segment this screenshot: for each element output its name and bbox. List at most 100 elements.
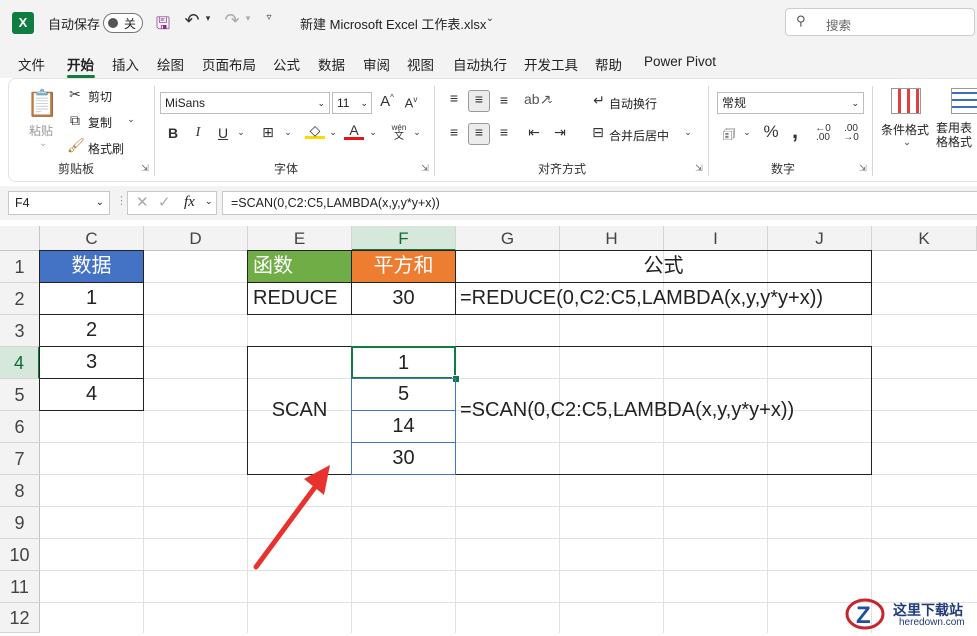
function-header-cell[interactable]: 函数	[247, 250, 352, 283]
number-launcher-icon[interactable]: ⇲	[858, 163, 868, 174]
font-color-icon[interactable]: A	[344, 122, 364, 140]
wrap-text-icon[interactable]: ↵	[591, 92, 607, 109]
formula-header-cell[interactable]: 公式	[455, 250, 872, 283]
cancel-icon[interactable]: ✕	[136, 193, 149, 211]
underline-icon[interactable]: U	[215, 125, 231, 141]
format-as-table-icon[interactable]	[951, 88, 977, 114]
tab-power-pivot[interactable]: Power Pivot	[644, 54, 716, 69]
redo-dropdown-icon[interactable]: ▾	[243, 13, 253, 24]
decrease-indent-icon[interactable]: ⇤	[524, 124, 544, 141]
data-cell-3[interactable]: 3	[39, 346, 144, 379]
copy-dropdown-icon[interactable]: ⌄	[125, 114, 137, 125]
autosave-toggle[interactable]: 关	[103, 13, 143, 33]
sum-header-cell[interactable]: 平方和	[351, 250, 456, 283]
scan-result-cell-2[interactable]: 5	[351, 378, 456, 411]
tab-page-layout[interactable]: 页面布局	[202, 54, 256, 74]
save-icon[interactable]: 🖫	[153, 11, 173, 40]
redo-icon[interactable]: ↷	[222, 10, 242, 31]
decrease-decimal-icon[interactable]: .00 →0	[840, 124, 862, 143]
insert-function-button[interactable]: fx	[184, 194, 195, 211]
increase-font-icon[interactable]: A^	[378, 93, 396, 110]
paste-button[interactable]: 粘贴	[29, 122, 53, 139]
undo-icon[interactable]: ↶	[182, 10, 202, 31]
copy-icon[interactable]: ⧉	[67, 112, 83, 129]
tab-formulas[interactable]: 公式	[273, 54, 300, 74]
data-cell-1[interactable]: 1	[39, 282, 144, 315]
align-left-icon[interactable]: ≡	[444, 124, 464, 140]
data-cell-2[interactable]: 2	[39, 314, 144, 347]
column-header-j[interactable]: J	[768, 226, 872, 251]
copy-button[interactable]: 复制	[88, 114, 112, 131]
format-painter-button[interactable]: 格式刷	[88, 140, 124, 157]
row-header-8[interactable]: 8	[0, 475, 40, 507]
decrease-font-icon[interactable]: Av	[402, 95, 420, 110]
paste-dropdown-icon[interactable]: ⌄	[38, 138, 48, 149]
increase-indent-icon[interactable]: ⇥	[550, 124, 570, 141]
reduce-value-cell[interactable]: 30	[351, 282, 456, 315]
row-header-2[interactable]: 2	[0, 283, 40, 315]
column-header-g[interactable]: G	[456, 226, 560, 251]
merge-center-button[interactable]: 合并后居中	[609, 127, 669, 144]
orientation-dropdown-icon[interactable]: ⌄	[545, 95, 555, 106]
merge-dropdown-icon[interactable]: ⌄	[683, 127, 693, 138]
phonetic-dropdown-icon[interactable]: ⌄	[412, 127, 422, 138]
data-cell-4[interactable]: 4	[39, 378, 144, 411]
column-header-e[interactable]: E	[248, 226, 352, 251]
tab-review[interactable]: 审阅	[363, 54, 390, 74]
format-painter-icon[interactable]: 🖌	[67, 137, 85, 154]
data-header-cell[interactable]: 数据	[39, 250, 144, 283]
align-middle-icon[interactable]: ≡	[468, 90, 490, 112]
cut-button[interactable]: 剪切	[88, 88, 112, 105]
undo-dropdown-icon[interactable]: ▾	[203, 13, 213, 24]
row-header-1[interactable]: 1	[0, 251, 40, 283]
column-header-d[interactable]: D	[144, 226, 248, 251]
font-color-dropdown-icon[interactable]: ⌄	[368, 127, 378, 138]
tab-developer[interactable]: 开发工具	[524, 54, 578, 74]
column-header-h[interactable]: H	[560, 226, 664, 251]
row-header-6[interactable]: 6	[0, 411, 40, 443]
row-header-11[interactable]: 11	[0, 571, 40, 603]
italic-icon[interactable]: I	[190, 125, 206, 141]
scan-result-cell-4[interactable]: 30	[351, 442, 456, 475]
row-header-9[interactable]: 9	[0, 507, 40, 539]
formula-input[interactable]: =SCAN(0,C2:C5,LAMBDA(x,y,y*y+x))	[222, 191, 977, 215]
underline-dropdown-icon[interactable]: ⌄	[236, 127, 246, 138]
formula-bar-grip-icon[interactable]: ⋮	[116, 194, 127, 207]
scan-result-cell-1[interactable]: 1	[351, 346, 456, 379]
row-header-3[interactable]: 3	[0, 315, 40, 347]
tab-draw[interactable]: 绘图	[157, 54, 184, 74]
accounting-dropdown-icon[interactable]: ⌄	[742, 127, 752, 138]
column-header-i[interactable]: I	[664, 226, 768, 251]
tab-file[interactable]: 文件	[18, 54, 45, 74]
row-header-4[interactable]: 4	[0, 347, 40, 379]
enter-icon[interactable]: ✓	[158, 193, 171, 211]
accounting-format-icon[interactable]: 🗊	[718, 124, 740, 148]
conditional-formatting-button[interactable]: 条件格式	[881, 121, 929, 138]
column-header-c[interactable]: C	[40, 226, 144, 251]
file-title[interactable]: 新建 Microsoft Excel 工作表.xlsx	[300, 14, 486, 33]
borders-dropdown-icon[interactable]: ⌄	[283, 127, 293, 138]
align-center-icon[interactable]: ≡	[468, 123, 490, 145]
reduce-formula-cell[interactable]: =REDUCE(0,C2:C5,LAMBDA(x,y,y*y+x))	[455, 282, 872, 315]
alignment-launcher-icon[interactable]: ⇲	[694, 163, 704, 174]
row-header-10[interactable]: 10	[0, 539, 40, 571]
tab-insert[interactable]: 插入	[112, 54, 139, 74]
tab-data[interactable]: 数据	[318, 54, 345, 74]
cut-icon[interactable]: ✂	[67, 86, 83, 103]
font-launcher-icon[interactable]: ⇲	[420, 163, 430, 174]
font-size-dropdown[interactable]: 11 ⌄	[332, 92, 372, 114]
fill-color-icon[interactable]: ◇	[305, 122, 325, 139]
phonetic-icon[interactable]: wén 文	[388, 123, 410, 142]
merge-center-icon[interactable]: ⊟	[589, 124, 607, 141]
orientation-icon[interactable]: ab↗	[524, 91, 551, 108]
tab-home[interactable]: 开始	[67, 54, 94, 74]
file-title-chevron-icon[interactable]: ⌄	[484, 13, 496, 24]
clipboard-launcher-icon[interactable]: ⇲	[140, 163, 150, 174]
tab-view[interactable]: 视图	[407, 54, 434, 74]
conditional-dropdown-icon[interactable]: ⌄	[902, 137, 912, 148]
align-right-icon[interactable]: ≡	[494, 124, 514, 140]
format-as-table-button[interactable]: 套用表格格式	[936, 121, 977, 149]
scan-result-cell-3[interactable]: 14	[351, 410, 456, 443]
conditional-formatting-icon[interactable]	[891, 88, 921, 114]
borders-icon[interactable]: ⊞	[258, 124, 278, 141]
